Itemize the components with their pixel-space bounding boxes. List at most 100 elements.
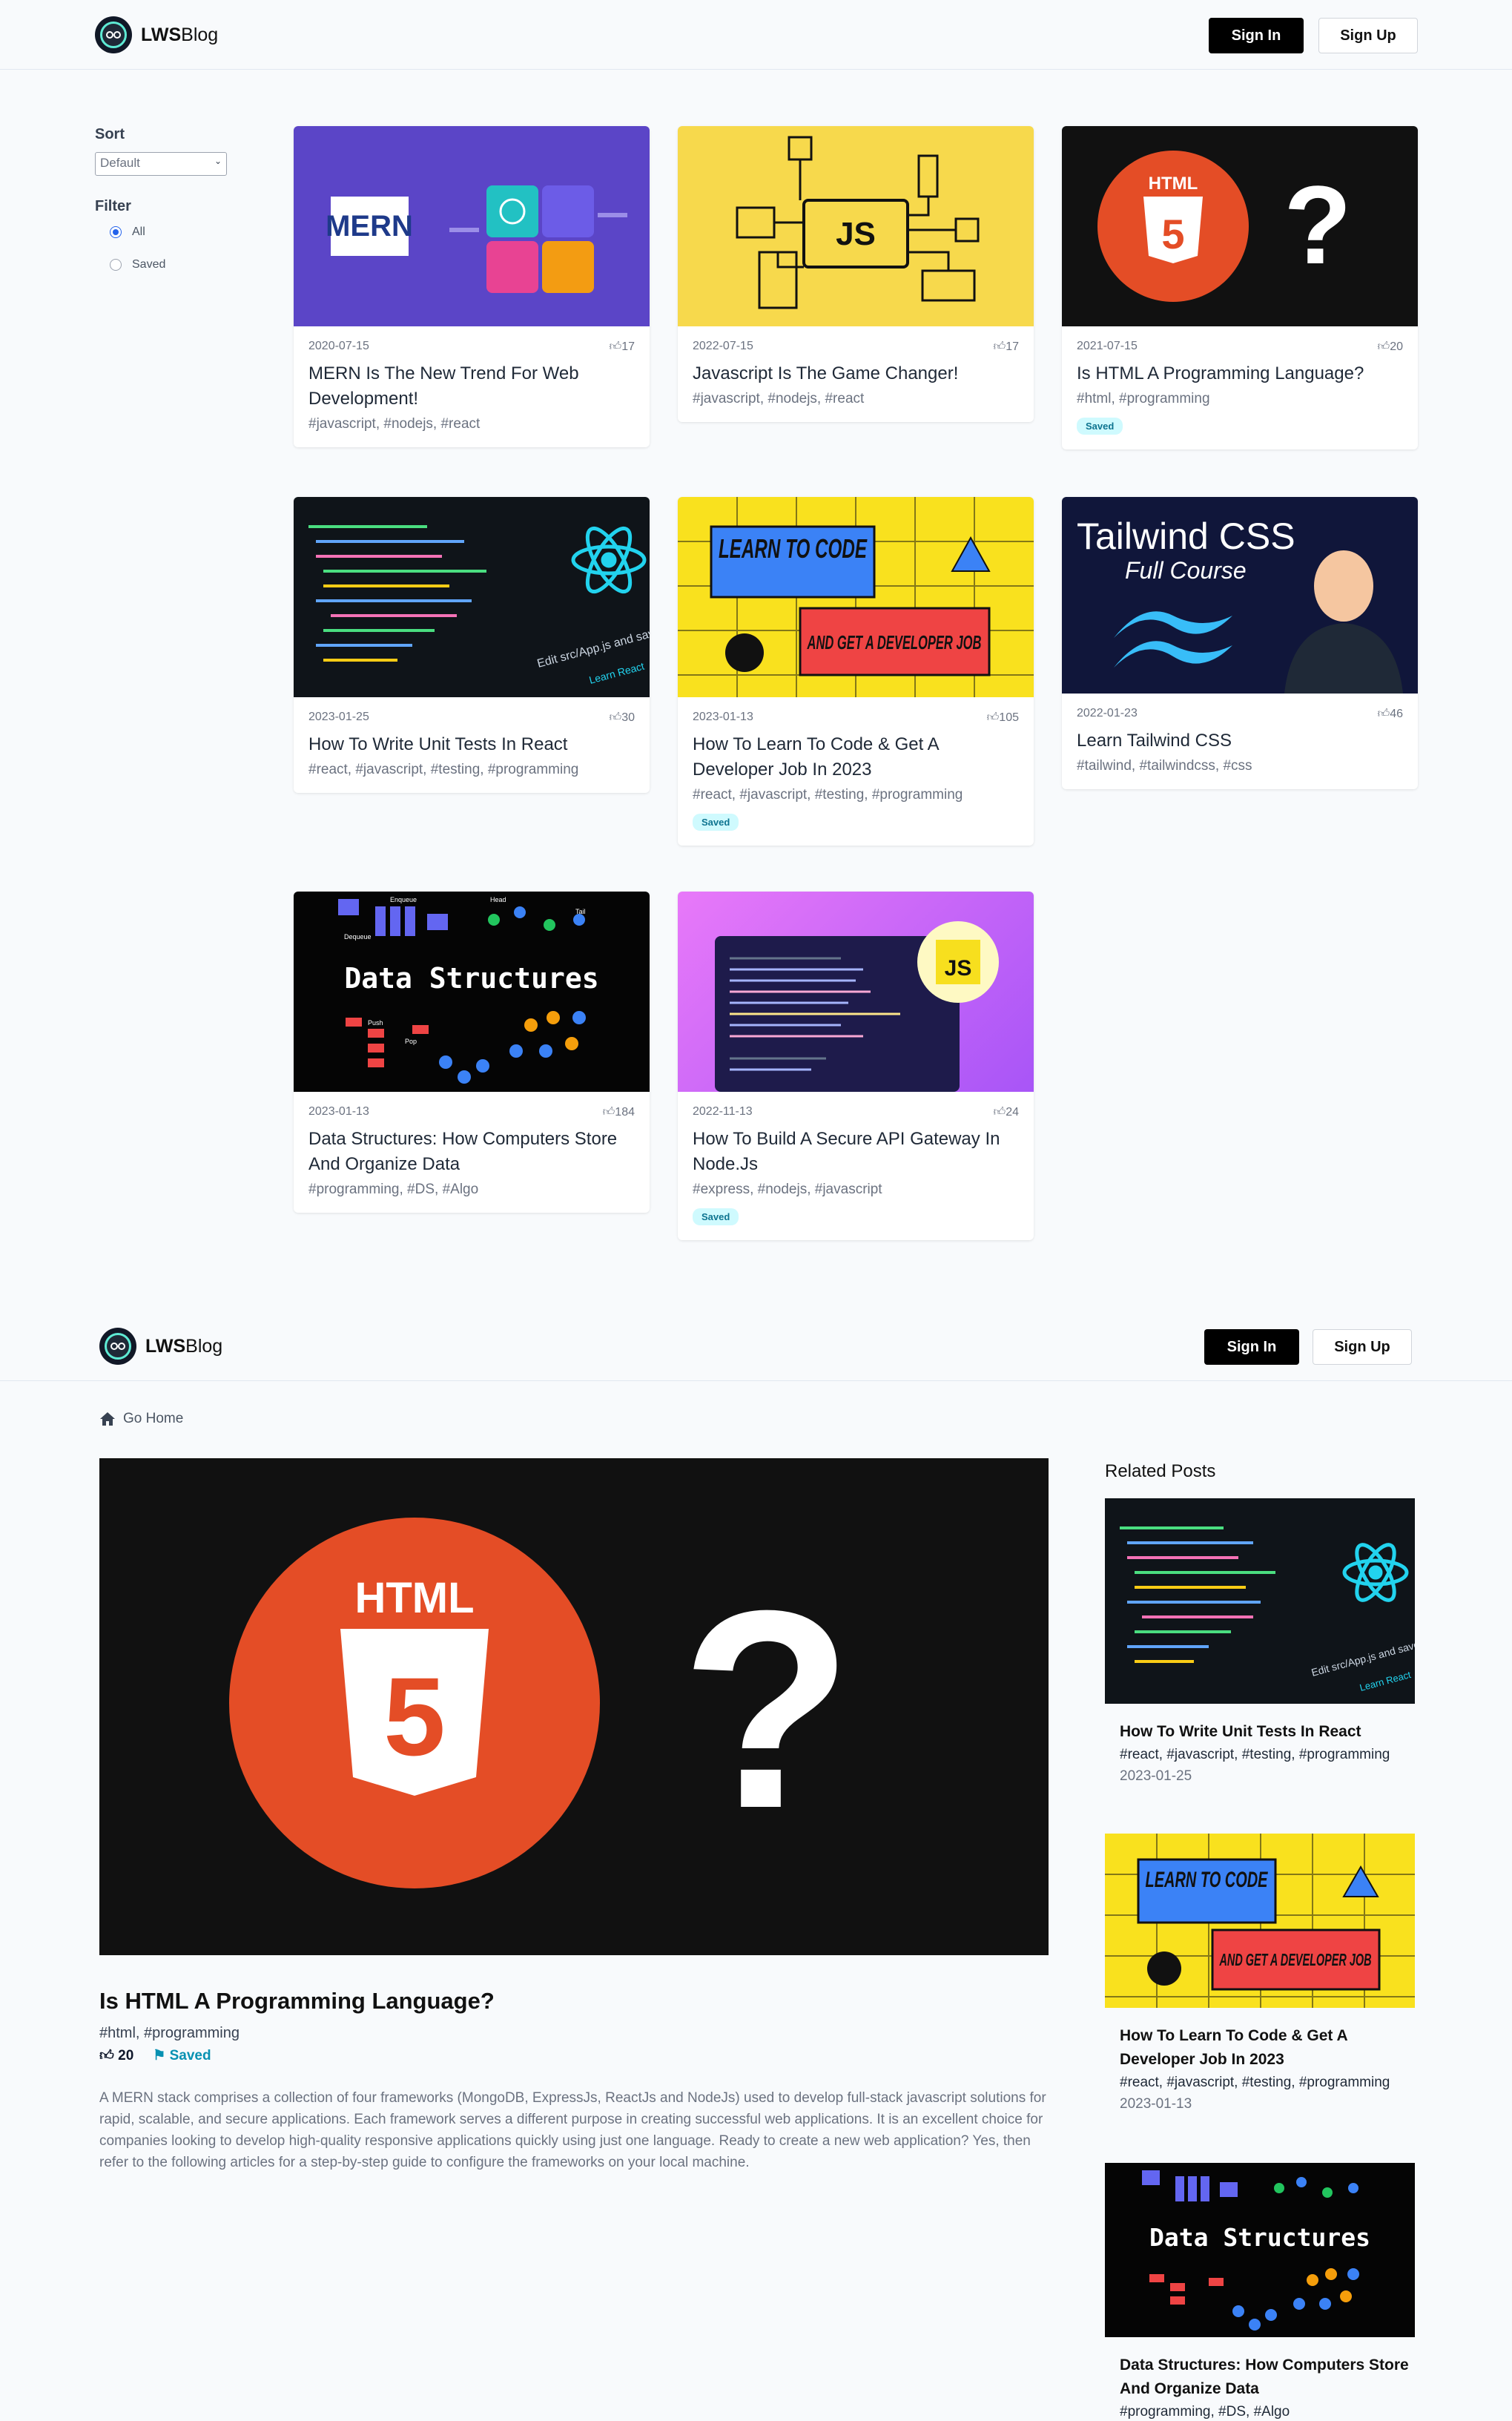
post-card[interactable]: MERN 2020-07-15 👍︎17 MERN Is The New Tren… [294,126,650,447]
tailwind-thumb-text-2: Full Course [1125,557,1247,584]
post-tags: #react, #javascript, #testing, #programm… [693,787,963,803]
post-title[interactable]: Javascript Is The Game Changer! [693,361,1019,386]
post-title[interactable]: Data Structures: How Computers Store And… [308,1127,635,1177]
post-title[interactable]: MERN Is The New Trend For Web Developmen… [308,361,635,412]
post-tags: #javascript, #nodejs, #react [308,416,481,432]
brand-strong: LWS [145,1335,186,1357]
like-count: 👍︎30 [609,711,635,724]
related-learn-thumb-text: LEARN TO CODE [1146,1868,1269,1892]
related-post-date: 2023-01-25 [1120,1768,1192,1784]
related-post-title[interactable]: How To Write Unit Tests In React [1105,1720,1415,1744]
ds-thumb-text: Data Structures [344,962,598,995]
radio-saved[interactable] [110,259,122,271]
sign-in-button[interactable]: Sign In [1209,18,1304,53]
like-count: 👍︎17 [993,340,1019,353]
post-date: 2022-11-13 [693,1105,753,1118]
related-post[interactable]: Data Structures Data Structures: How Com… [1105,2163,1415,2421]
like-count: 👍︎105 [986,711,1019,724]
logo-icon [95,16,132,53]
post-tags: #react, #javascript, #testing, #programm… [308,762,579,777]
js-thumb-art: JS [736,136,980,309]
filter-option-all[interactable]: All [110,225,228,239]
hero-question-mark: ? [681,1552,853,1867]
post-date: 2022-01-23 [1077,707,1138,719]
post-card[interactable]: JS 2022-11-13 👍︎24 How To Build A Secure … [678,892,1034,1240]
blog-detail-screen: LWSBlog Sign In Sign Up Go Home HTML 5 ?… [0,1313,1512,2421]
related-thumbnail[interactable]: LEARN TO CODE AND GET A DEVELOPER JOB [1105,1834,1415,2008]
post-title[interactable]: How To Learn To Code & Get A Developer J… [693,732,1019,783]
ds-thumb-enqueue: Enqueue [390,896,417,903]
api-thumb-text: JS [945,956,972,981]
ds-thumb-head: Head [490,896,506,903]
svg-text:5: 5 [383,1654,445,1779]
post-title[interactable]: How To Build A Secure API Gateway In Nod… [693,1127,1019,1177]
post-date: 2023-01-25 [308,711,369,723]
post-thumbnail[interactable]: JS [678,892,1034,1092]
sign-up-button[interactable]: Sign Up [1313,1329,1412,1365]
related-thumbnail[interactable]: Data Structures [1105,2163,1415,2337]
mern-thumb-art: MERN [326,185,627,293]
related-post[interactable]: LEARN TO CODE AND GET A DEVELOPER JOB Ho… [1105,1834,1415,2115]
js-thumb-text: JS [836,216,876,252]
save-button[interactable]: ⚑ Saved [153,2047,211,2064]
post-date: 2022-07-15 [693,340,753,352]
post-tags: #javascript, #nodejs, #react [693,391,865,406]
post-tags: #tailwind, #tailwindcss, #css [1077,758,1252,774]
tailwind-thumb-art: Tailwind CSS Full Course [1077,516,1403,694]
thumbs-up-icon: 👍︎ [1377,340,1390,353]
post-card[interactable]: Edit src/App.js and save to reload. Lear… [294,497,650,793]
post-date: 2023-01-13 [308,1105,369,1118]
radio-all[interactable] [110,226,122,238]
learn-code-thumb-text-2: AND GET A DEVELOPER JOB [807,631,982,653]
post-thumbnail[interactable]: HTML 5 ? [1062,126,1418,326]
related-post-tags: #programming, #DS, #Algo [1120,2404,1290,2420]
thumbs-up-icon: 👍︎ [1377,708,1390,720]
saved-badge: Saved [693,1208,739,1225]
related-posts-heading: Related Posts [1105,1461,1216,1481]
post-thumbnail[interactable]: Enqueue Dequeue Head Tail Data Structure… [294,892,650,1092]
mern-thumb-text: MERN [326,210,413,243]
post-card[interactable]: LEARN TO CODE AND GET A DEVELOPER JOB 20… [678,497,1034,846]
related-ds-thumb-text: Data Structures [1149,2223,1370,2252]
post-title[interactable]: How To Write Unit Tests In React [308,732,635,757]
related-thumbnail[interactable]: Edit src/App.js and save to reload. Lear… [1105,1498,1415,1704]
brand-logo[interactable]: LWSBlog [95,16,218,53]
sort-select[interactable]: Default ⌄ [95,152,227,176]
react-thumb-art: Edit src/App.js and save to reload. Lear… [308,525,650,686]
post-card[interactable]: Tailwind CSS Full Course 2022-01-23 👍︎46 … [1062,497,1418,789]
post-card[interactable]: JS 2022-07-15 👍︎17 Javascript Is The Game… [678,126,1034,422]
like-count: 👍︎46 [1377,708,1403,720]
sign-in-button[interactable]: Sign In [1204,1329,1299,1365]
post-thumbnail[interactable]: Tailwind CSS Full Course [1062,497,1418,694]
go-home-link[interactable]: Go Home [99,1411,183,1427]
sign-up-button[interactable]: Sign Up [1318,18,1418,53]
brand-strong: LWS [141,24,182,45]
post-thumbnail[interactable]: Edit src/App.js and save to reload. Lear… [294,497,650,697]
post-thumbnail[interactable]: LEARN TO CODE AND GET A DEVELOPER JOB [678,497,1034,697]
related-post[interactable]: Edit src/App.js and save to reload. Lear… [1105,1498,1415,1787]
brand-logo[interactable]: LWSBlog [99,1328,222,1365]
ds-thumb-pop: Pop [405,1038,417,1045]
filter-option-saved[interactable]: Saved [110,258,228,271]
chevron-down-icon: ⌄ [214,156,222,166]
thumbs-up-icon: 👍︎ [993,1106,1006,1119]
react-thumb-link: Learn React [588,660,646,686]
ds-thumb-dequeue: Dequeue [344,933,372,941]
thumbs-up-icon: 👍︎ [99,2048,114,2063]
sort-label: Sort [95,126,125,142]
post-title[interactable]: Is HTML A Programming Language? [1077,361,1403,386]
ds-thumb-art: Enqueue Dequeue Head Tail Data Structure… [338,896,599,1084]
like-button[interactable]: 👍︎ 20 [99,2047,133,2064]
related-learn-thumb-text-2: AND GET A DEVELOPER JOB [1219,1950,1372,1969]
filter-saved-label: Saved [132,258,166,271]
related-post-title[interactable]: How To Learn To Code & Get A Developer J… [1105,2024,1415,2072]
home-icon [100,1412,115,1426]
post-thumbnail[interactable]: JS [678,126,1034,326]
go-home-label: Go Home [123,1411,184,1426]
html-thumb-text: HTML [1149,174,1198,194]
post-title[interactable]: Learn Tailwind CSS [1077,728,1403,754]
related-post-title[interactable]: Data Structures: How Computers Store And… [1105,2354,1415,2401]
post-card[interactable]: HTML 5 ? 2021-07-15 👍︎20 Is HTML A Progra… [1062,126,1418,449]
post-thumbnail[interactable]: MERN [294,126,650,326]
post-card[interactable]: Enqueue Dequeue Head Tail Data Structure… [294,892,650,1213]
